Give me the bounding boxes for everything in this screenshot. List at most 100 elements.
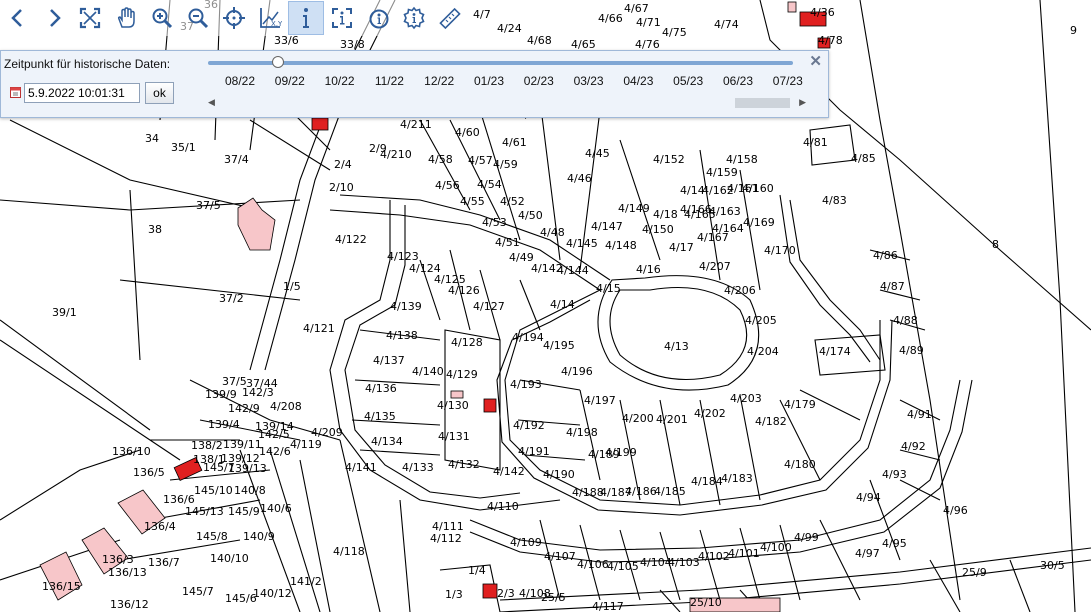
parcel-label: 35/1 xyxy=(171,141,196,154)
parcel-label: 2/10 xyxy=(329,181,354,194)
calendar-icon[interactable] xyxy=(10,86,21,98)
parcel-label: 4/160 xyxy=(742,182,774,195)
parcel-label: 136/13 xyxy=(108,566,147,579)
parcel-label: 139/9 xyxy=(205,388,237,401)
forward-button[interactable] xyxy=(36,1,72,35)
parcel-label: 4/174 xyxy=(819,345,851,358)
scrollbar-thumb[interactable] xyxy=(735,98,790,108)
month-tick: 07/23 xyxy=(772,74,803,88)
parcel-label: 4/61 xyxy=(502,136,527,149)
parcel-label: 4/81 xyxy=(803,136,828,149)
parcel-label: 4/107 xyxy=(544,550,576,563)
parcel-label: 4/15 xyxy=(596,282,621,295)
parcel-label: 4/46 xyxy=(567,172,592,185)
parcel-label: 4/126 xyxy=(448,284,480,297)
parcel-label: 4/71 xyxy=(636,16,661,29)
time-slider-track[interactable] xyxy=(208,61,793,65)
parcel-label: 145/10 xyxy=(194,484,233,497)
parcel-label: 4/24 xyxy=(497,22,522,35)
history-panel: Zeitpunkt für historische Daten: ✕ 08/22… xyxy=(0,50,829,118)
month-tick: 02/23 xyxy=(523,74,554,88)
parcel-label: 4/45 xyxy=(585,147,610,160)
scroll-left-icon[interactable]: ◀ xyxy=(208,97,215,108)
info-area-button[interactable] xyxy=(324,1,360,35)
parcel-label: 4/189 xyxy=(588,448,620,461)
parcel-label: 140/6 xyxy=(260,502,292,515)
parcel-label: 4/202 xyxy=(694,407,726,420)
parcel-label: 140/12 xyxy=(253,587,292,600)
measure-button[interactable] xyxy=(432,1,468,35)
parcel-label: 4/17 xyxy=(669,241,694,254)
parcel-label: 4/49 xyxy=(509,251,534,264)
parcel-label: 4/139 xyxy=(390,300,422,313)
parcel-label: 4/133 xyxy=(402,461,434,474)
parcel-label: 4/88 xyxy=(893,314,918,327)
parcel-label: 4/117 xyxy=(592,600,624,612)
parcel-label: 145/7 xyxy=(182,585,214,598)
time-slider-thumb[interactable] xyxy=(272,56,285,68)
parcel-label: 136/15 xyxy=(42,580,81,593)
parcel-label: 4/201 xyxy=(656,413,688,426)
parcel-label: 4/92 xyxy=(901,440,926,453)
parcel-label: 4/134 xyxy=(371,435,403,448)
chevron-left-icon xyxy=(11,9,22,27)
parcel-label: 4/86 xyxy=(873,249,898,262)
map-toolbar: X,Y xyxy=(0,0,470,36)
parcel-label: 4/149 xyxy=(618,202,650,215)
parcel-label: 4/75 xyxy=(662,26,687,39)
parcel-label: 4/95 xyxy=(882,537,907,550)
panel-scrollbar[interactable]: ◀ ▶ xyxy=(208,97,806,109)
parcel-label: 4/152 xyxy=(653,153,685,166)
info-list-button[interactable] xyxy=(360,1,396,35)
parcel-label: 34 xyxy=(145,132,159,145)
parcel-label: 145/9 xyxy=(228,505,260,518)
parcel-label: 4/206 xyxy=(724,284,756,297)
parcel-label: 4/102 xyxy=(698,550,730,563)
parcel-label: 4/74 xyxy=(714,18,739,31)
coordinates-button[interactable]: X,Y xyxy=(252,1,288,35)
locate-button[interactable] xyxy=(216,1,252,35)
parcel-label: 4/170 xyxy=(764,244,796,257)
parcel-label: 4/208 xyxy=(270,400,302,413)
parcel-label: 4/142 xyxy=(493,465,525,478)
parcel-label: 4/164 xyxy=(712,222,744,235)
month-tick: 09/22 xyxy=(274,74,305,88)
parcel-label: 4/85 xyxy=(851,152,876,165)
parcel-label: 142/9 xyxy=(228,402,260,415)
info-button[interactable] xyxy=(288,1,324,35)
parcel-label: 4/138 xyxy=(386,329,418,342)
parcel-label: 140/10 xyxy=(210,552,249,565)
parcel-label: 4/198 xyxy=(566,426,598,439)
parcel-label: 4/66 xyxy=(598,12,623,25)
parcel-label: 4/169 xyxy=(743,216,775,229)
parcel-label: 4/52 xyxy=(500,195,525,208)
date-input[interactable] xyxy=(24,83,140,103)
parcel-label: 4/14 xyxy=(680,184,705,197)
scroll-right-icon[interactable]: ▶ xyxy=(799,97,806,108)
parcel-label: 4/67 xyxy=(624,2,649,15)
parcel-label: 136/12 xyxy=(110,598,149,611)
back-button[interactable] xyxy=(0,1,36,35)
svg-text:X,Y: X,Y xyxy=(271,20,282,28)
zoom-out-icon xyxy=(188,8,209,29)
info-settings-button[interactable] xyxy=(396,1,432,35)
pan-button[interactable] xyxy=(108,1,144,35)
parcel-label: 4/136 xyxy=(365,382,397,395)
zoom-out-button[interactable] xyxy=(180,1,216,35)
close-button[interactable]: ✕ xyxy=(809,54,822,69)
zoom-in-button[interactable] xyxy=(144,1,180,35)
parcel-label: 4/131 xyxy=(438,430,470,443)
month-tick: 06/23 xyxy=(722,74,754,88)
full-extent-button[interactable] xyxy=(72,1,108,35)
parcel-label: 4/119 xyxy=(290,438,322,451)
parcel-label: 37/2 xyxy=(219,292,244,305)
parcel-label: 4/48 xyxy=(540,226,565,239)
parcel-label: 4/55 xyxy=(460,195,485,208)
parcel-label: 39/1 xyxy=(52,306,77,319)
ok-button[interactable]: ok xyxy=(145,82,174,104)
parcel-label: 139/4 xyxy=(208,418,240,431)
month-tick: 03/23 xyxy=(573,74,604,88)
parcel-label: 4/205 xyxy=(745,314,777,327)
parcel-label: 4/104 xyxy=(640,556,672,569)
month-tick: 05/23 xyxy=(673,74,704,88)
